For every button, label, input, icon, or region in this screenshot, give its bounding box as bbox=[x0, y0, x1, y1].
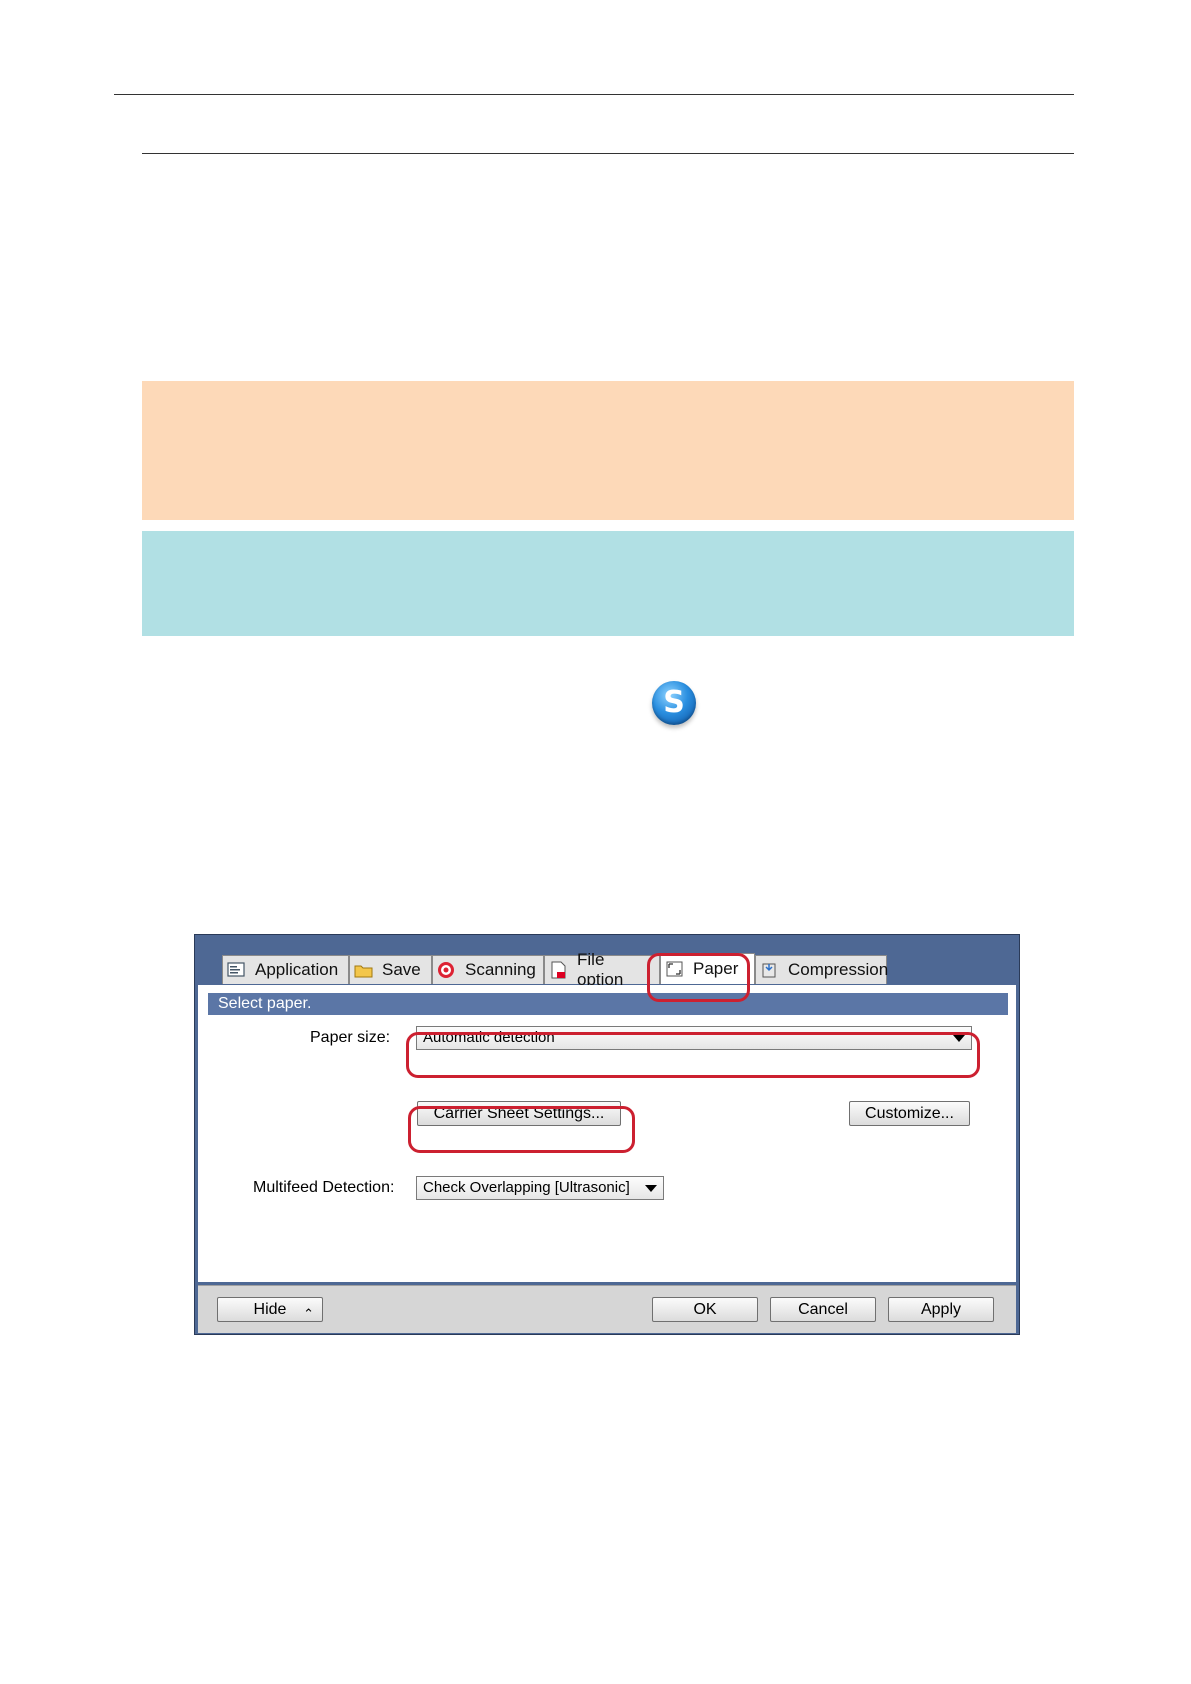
chevron-up-icon: ⌃ bbox=[303, 1306, 314, 1321]
application-icon bbox=[227, 961, 247, 979]
multifeed-detection-value: Check Overlapping [Ultrasonic] bbox=[423, 1179, 630, 1196]
folder-icon bbox=[354, 961, 374, 979]
tab-label: Compression bbox=[788, 960, 889, 979]
tab-label: File option bbox=[577, 950, 624, 989]
paper-tab-highlight bbox=[647, 953, 750, 1002]
apply-button[interactable]: Apply bbox=[888, 1297, 994, 1322]
tab-file-option[interactable]: File option bbox=[544, 950, 660, 989]
tab-scanning[interactable]: Scanning bbox=[432, 955, 544, 984]
cancel-button[interactable]: Cancel bbox=[770, 1297, 876, 1322]
section-rule bbox=[142, 153, 1074, 154]
carrier-sheet-highlight bbox=[408, 1106, 635, 1153]
tab-label: Scanning bbox=[465, 960, 536, 979]
multifeed-detection-label: Multifeed Detection: bbox=[253, 1179, 395, 1196]
chevron-down-icon bbox=[645, 1185, 657, 1192]
hide-button-label: Hide bbox=[253, 1301, 287, 1318]
header-rule bbox=[114, 94, 1074, 95]
hide-button[interactable]: Hide ⌃ bbox=[217, 1297, 323, 1322]
file-icon bbox=[549, 961, 569, 979]
tab-save[interactable]: Save bbox=[349, 955, 432, 984]
dialog-footer: Hide ⌃ OK Cancel Apply bbox=[198, 1285, 1016, 1333]
section-title: Select paper. bbox=[208, 993, 1008, 1015]
multifeed-detection-select[interactable]: Check Overlapping [Ultrasonic] bbox=[416, 1176, 664, 1200]
scanning-icon bbox=[437, 961, 457, 979]
tab-label: Save bbox=[382, 960, 421, 979]
paper-size-highlight bbox=[406, 1032, 980, 1078]
paper-size-label: Paper size: bbox=[310, 1029, 391, 1046]
customize-button[interactable]: Customize... bbox=[849, 1101, 970, 1126]
attention-box bbox=[142, 381, 1074, 520]
compression-icon bbox=[760, 961, 780, 979]
tab-strip: Application Save Scanning File option Pa… bbox=[222, 950, 889, 989]
tab-application[interactable]: Application bbox=[222, 955, 349, 984]
scansnap-manager-icon: S bbox=[652, 681, 696, 725]
tab-compression[interactable]: Compression bbox=[755, 955, 889, 984]
hint-box bbox=[142, 531, 1074, 636]
tab-label: Application bbox=[255, 960, 339, 979]
ok-button[interactable]: OK bbox=[652, 1297, 758, 1322]
